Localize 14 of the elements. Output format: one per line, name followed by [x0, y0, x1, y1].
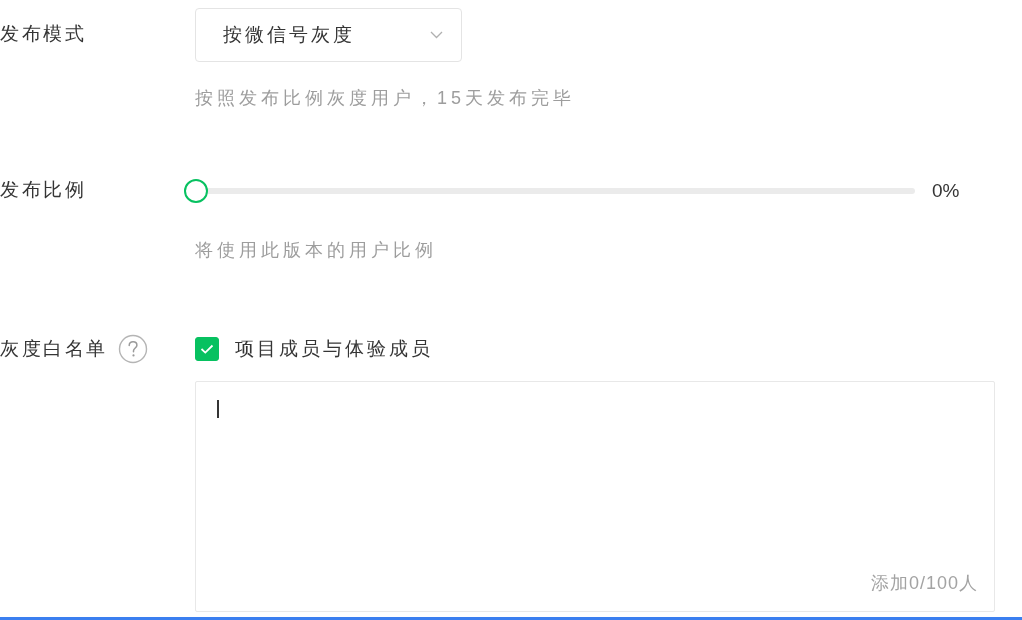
check-icon — [200, 344, 214, 354]
slider-value: 0% — [932, 180, 960, 202]
field-label: 发布模式 — [0, 22, 86, 46]
chevron-down-icon — [430, 31, 443, 39]
slider-track[interactable] — [208, 188, 915, 194]
field-label: 灰度白名单 — [0, 337, 108, 361]
slider-handle[interactable] — [184, 179, 208, 203]
checkbox-label: 项目成员与体验成员 — [235, 337, 433, 361]
checkbox[interactable] — [195, 337, 219, 361]
field-label: 发布比例 — [0, 178, 86, 202]
dropdown[interactable]: 按微信号灰度 — [195, 8, 462, 62]
hint-text: 将使用此版本的用户比例 — [195, 239, 437, 262]
member-counter: 添加0/100人 — [870, 572, 978, 595]
hint-text: 按照发布比例灰度用户，15天发布完毕 — [195, 87, 576, 110]
